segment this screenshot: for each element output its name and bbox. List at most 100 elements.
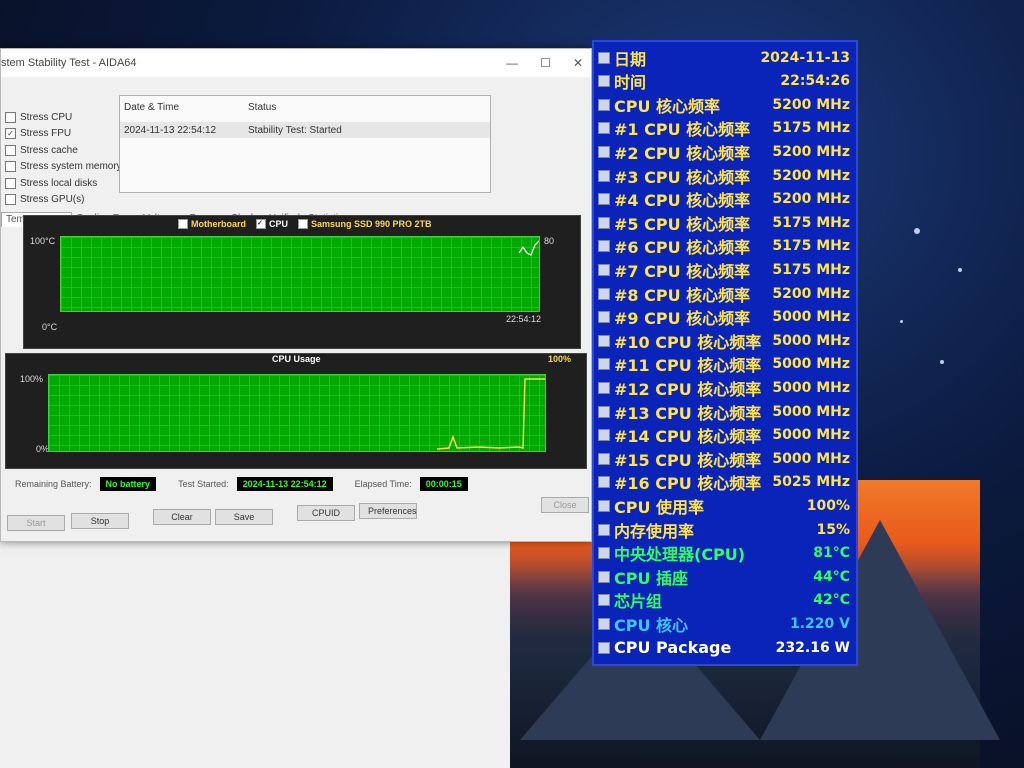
stop-button[interactable]: Stop xyxy=(71,513,129,529)
legend-checkbox[interactable]: ✓ xyxy=(256,219,266,229)
star-decoration xyxy=(900,320,903,323)
legend-checkbox[interactable] xyxy=(298,219,309,229)
chip-icon xyxy=(598,429,610,442)
elapsed-label: Elapsed Time: xyxy=(354,479,412,489)
sensor-label: #6 CPU 核心频率 xyxy=(614,238,751,258)
sensor-label: #12 CPU 核心频率 xyxy=(614,380,762,400)
sensor-value: 5000 MHz xyxy=(772,309,850,326)
chip-icon xyxy=(598,287,610,300)
sensor-row: #1 CPU 核心频率 5175 MHz xyxy=(598,117,850,140)
sensor-value: 5200 MHz xyxy=(772,167,850,184)
sensor-label: #2 CPU 核心频率 xyxy=(614,144,751,164)
stress-options: Stress CPU ✓ Stress FPU Stress cache Stress … xyxy=(5,109,122,208)
sensor-label: 内存使用率 xyxy=(614,521,695,541)
sensor-row: #12 CPU 核心频率 5000 MHz xyxy=(598,376,850,399)
sensor-row: CPU 核心 1.220 V xyxy=(598,612,850,635)
chip-icon xyxy=(598,452,610,465)
legend-label: Samsung SSD 990 PRO 2TB xyxy=(311,219,432,229)
chip-icon xyxy=(598,311,610,324)
maximize-icon[interactable]: ☐ xyxy=(540,56,551,70)
sensor-row: #13 CPU 核心频率 5000 MHz xyxy=(598,400,850,423)
checkbox[interactable]: ✓ xyxy=(5,128,16,140)
sensor-value: 15% xyxy=(816,521,850,538)
legend-item[interactable]: Samsung SSD 990 PRO 2TB xyxy=(298,219,432,229)
sensor-value: 5200 MHz xyxy=(772,191,850,208)
chip-icon xyxy=(598,169,610,182)
sensor-row: 内存使用率 15% xyxy=(598,518,850,541)
stress-option-label: Stress FPU xyxy=(20,128,72,140)
sensor-row: #4 CPU 核心频率 5200 MHz xyxy=(598,188,850,211)
sensor-row: #10 CPU 核心频率 5000 MHz xyxy=(598,329,850,352)
sensor-value: 5000 MHz xyxy=(772,427,850,444)
chip-icon xyxy=(598,547,610,560)
battery-value: No battery xyxy=(99,477,157,491)
close-icon[interactable]: ✕ xyxy=(573,56,583,70)
sensor-label: #13 CPU 核心频率 xyxy=(614,403,762,423)
test-info-row: Remaining Battery: No battery Test Start… xyxy=(15,477,468,491)
cpuid-button[interactable]: CPUID xyxy=(297,505,355,521)
chip-icon xyxy=(598,358,610,371)
cpu-right-value: 100% xyxy=(548,354,572,364)
stress-option-label: Stress GPU(s) xyxy=(20,194,85,206)
sensor-row: 芯片组 42°C xyxy=(598,589,850,612)
sensor-value: 5175 MHz xyxy=(772,120,850,137)
sensor-value: 2024-11-13 xyxy=(760,49,850,66)
started-label: Test Started: xyxy=(178,479,229,489)
sensor-label: #3 CPU 核心频率 xyxy=(614,167,751,187)
clock-icon xyxy=(598,75,610,88)
sensor-label: #5 CPU 核心频率 xyxy=(614,214,751,234)
sensor-label: CPU Package xyxy=(614,638,732,658)
sensor-label: 时间 xyxy=(614,73,647,93)
sensor-row: #9 CPU 核心频率 5000 MHz xyxy=(598,306,850,329)
close-button[interactable]: Close xyxy=(541,497,589,513)
cpu-usage-graph: CPU Usage 100% 0% 100% xyxy=(5,353,587,469)
sensor-row: #3 CPU 核心频率 5200 MHz xyxy=(598,164,850,187)
stress-option[interactable]: Stress CPU xyxy=(5,109,122,126)
checkbox[interactable] xyxy=(5,111,16,123)
sensor-row: CPU 使用率 100% xyxy=(598,494,850,517)
stress-option[interactable]: Stress system memory xyxy=(5,159,122,176)
clear-button[interactable]: Clear xyxy=(153,509,211,525)
sensor-row: CPU 插座 44°C xyxy=(598,565,850,588)
chip-icon xyxy=(598,193,610,206)
legend-item[interactable]: ✓ CPU xyxy=(256,219,288,229)
stability-test-window: stem Stability Test - AIDA64 — ☐ ✕ Stres… xyxy=(0,48,592,542)
preferences-button[interactable]: Preferences xyxy=(359,503,417,519)
temp-time-label: 22:54:12 xyxy=(506,314,542,324)
stress-option[interactable]: ✓ Stress FPU xyxy=(5,126,122,143)
sensor-label: #11 CPU 核心频率 xyxy=(614,356,762,376)
stress-option-label: Stress local disks xyxy=(20,177,98,189)
save-button[interactable]: Save xyxy=(215,509,273,525)
temperature-plot-area xyxy=(60,236,540,312)
calendar-icon xyxy=(598,51,610,64)
table-row[interactable]: 2024-11-13 22:54:12 Stability Test: Star… xyxy=(120,122,490,138)
hourglass-icon xyxy=(598,500,610,513)
cpu-y-top: 100% xyxy=(20,374,44,384)
chip-icon xyxy=(598,570,610,583)
chip-icon xyxy=(598,240,610,253)
checkbox[interactable] xyxy=(5,144,16,156)
sensor-value: 5200 MHz xyxy=(772,285,850,302)
legend-item[interactable]: Motherboard xyxy=(178,219,246,229)
memory-icon xyxy=(598,523,610,536)
sensor-row: CPU 核心频率 5200 MHz xyxy=(598,93,850,116)
sensor-row: #5 CPU 核心频率 5175 MHz xyxy=(598,211,850,234)
minimize-icon[interactable]: — xyxy=(506,56,518,70)
stress-option[interactable]: Stress local disks xyxy=(5,175,122,192)
sensor-value: 5000 MHz xyxy=(772,380,850,397)
checkbox[interactable] xyxy=(5,161,16,173)
checkbox[interactable] xyxy=(5,177,16,189)
stress-option[interactable]: Stress GPU(s) xyxy=(5,192,122,209)
checkbox[interactable] xyxy=(5,194,16,206)
sensor-label: #7 CPU 核心频率 xyxy=(614,262,751,282)
sensor-row: #14 CPU 核心频率 5000 MHz xyxy=(598,424,850,447)
legend-label: Motherboard xyxy=(191,219,246,229)
legend-checkbox[interactable] xyxy=(178,219,188,229)
sensor-row: #7 CPU 核心频率 5175 MHz xyxy=(598,258,850,281)
sensor-label: #16 CPU 核心频率 xyxy=(614,474,762,494)
stress-option[interactable]: Stress cache xyxy=(5,142,122,159)
start-button[interactable]: Start xyxy=(7,515,65,531)
star-decoration xyxy=(914,228,920,234)
sensor-row: 中央处理器(CPU) 81°C xyxy=(598,542,850,565)
sensor-value: 44°C xyxy=(813,568,850,585)
